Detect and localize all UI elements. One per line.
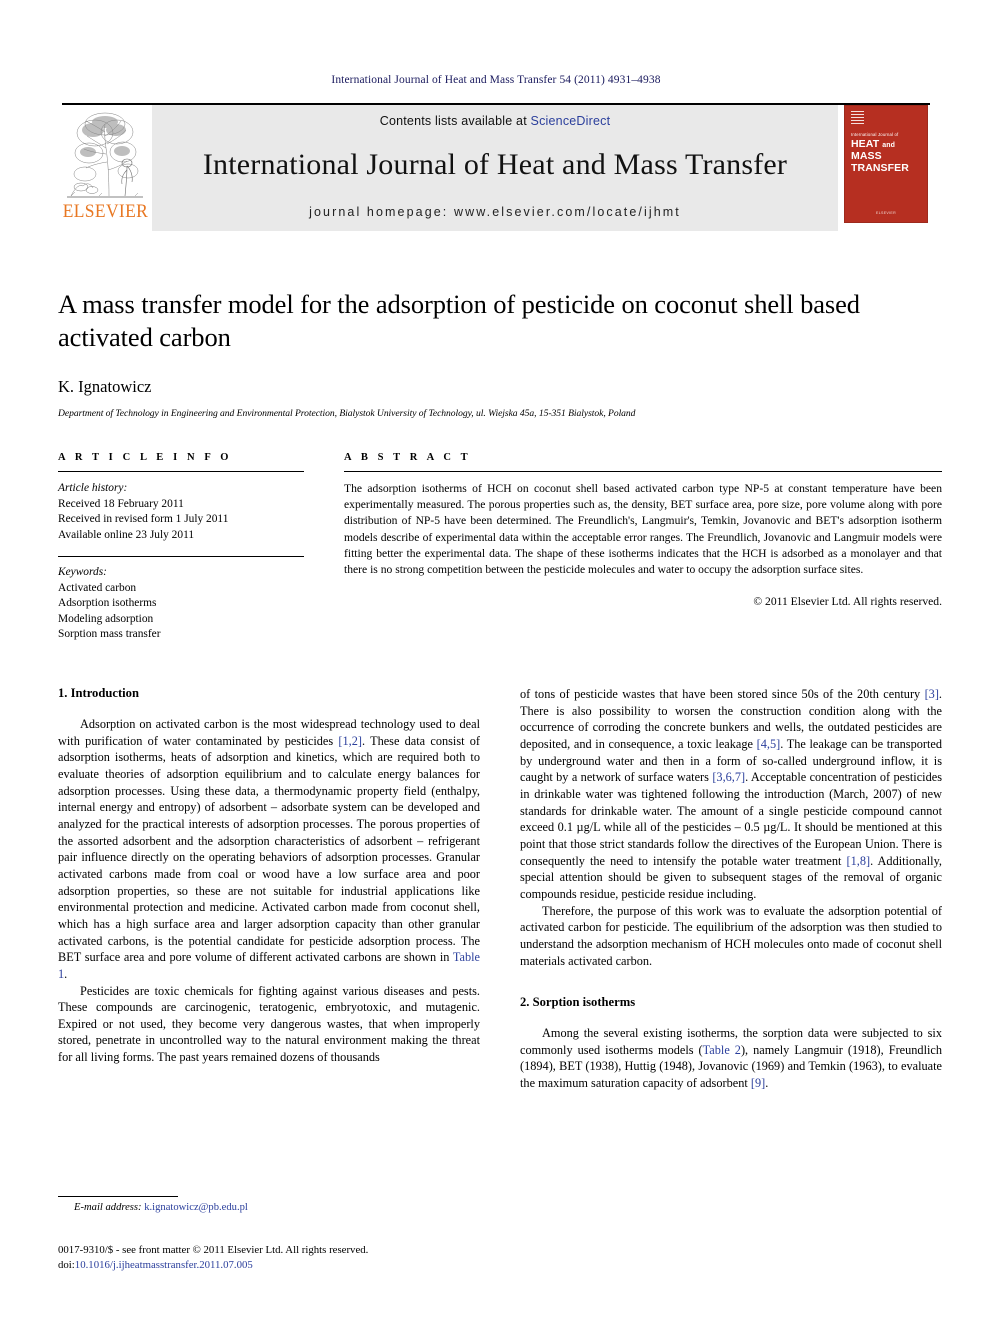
intro-paragraph-2: Pesticides are toxic chemicals for fight… — [58, 983, 480, 1065]
abstract-column: A B S T R A C T The adsorption isotherms… — [344, 452, 942, 643]
citation-ref-3-6-7[interactable]: [3,6,7] — [712, 770, 745, 784]
page-footer: 0017-9310/$ - see front matter © 2011 El… — [58, 1243, 618, 1273]
page-title: A mass transfer model for the adsorption… — [58, 289, 860, 353]
doi-link[interactable]: 10.1016/j.ijheatmasstransfer.2011.07.005 — [75, 1259, 253, 1271]
citation-ref-1-2[interactable]: [1,2] — [338, 734, 362, 748]
article-history-received: Received 18 February 2011 — [58, 497, 184, 510]
body-column-right: of tons of pesticide wastes that have be… — [520, 686, 942, 1092]
abstract-rule — [344, 471, 942, 472]
title-block: A mass transfer model for the adsorption… — [58, 288, 938, 419]
author-name: K. Ignatowicz — [58, 376, 152, 396]
cover-title: HEAT and MASS TRANSFER — [851, 138, 927, 174]
footer-doi: doi:10.1016/j.ijheatmasstransfer.2011.07… — [58, 1258, 618, 1273]
article-info-column: A R T I C L E I N F O Article history: R… — [58, 452, 304, 643]
section-heading-sorption-isotherms: 2. Sorption isotherms — [520, 995, 636, 1010]
article-info-rule — [58, 471, 304, 472]
author-affiliation: Department of Technology in Engineering … — [58, 407, 636, 419]
journal-homepage-link[interactable]: journal homepage: www.elsevier.com/locat… — [309, 205, 681, 219]
cover-title-mass: MASS — [851, 149, 882, 162]
keyword-item: Adsorption isotherms — [58, 597, 157, 609]
keywords-rule — [58, 556, 304, 557]
journal-band: Contents lists available at ScienceDirec… — [152, 105, 838, 231]
journal-article-page: International Journal of Heat and Mass T… — [0, 0, 992, 1323]
cover-title-transfer: TRANSFER — [851, 161, 909, 174]
email-label: E-mail address: — [74, 1202, 142, 1213]
abstract-heading: A B S T R A C T — [344, 452, 472, 463]
doi-label: doi: — [58, 1258, 75, 1271]
cover-title-and: and — [882, 142, 895, 149]
body-column-left: 1. Introduction Adsorption on activated … — [58, 686, 480, 1092]
article-history-online: Available online 23 July 2011 — [58, 528, 195, 541]
table-2-link[interactable]: Table 2 — [703, 1043, 741, 1057]
elsevier-logo: ELSEVIER — [62, 105, 148, 231]
contents-available-line: Contents lists available at ScienceDirec… — [380, 114, 611, 128]
sorption-paragraph-1: Among the several existing isotherms, th… — [520, 1025, 942, 1092]
footnote-rule — [58, 1196, 178, 1197]
cover-title-heat: HEAT — [851, 138, 880, 150]
journal-title: International Journal of Heat and Mass T… — [202, 148, 788, 181]
section-heading-introduction: 1. Introduction — [58, 686, 139, 700]
intro-paragraph-1: Adsorption on activated carbon is the mo… — [58, 716, 480, 983]
sciencedirect-link[interactable]: ScienceDirect — [531, 114, 611, 128]
citation-ref-3[interactable]: [3] — [925, 687, 939, 701]
right-p1-text-a: of tons of pesticide wastes that have be… — [520, 687, 925, 701]
keywords-label: Keywords: — [58, 566, 107, 578]
footer-front-matter: 0017-9310/$ - see front matter © 2011 El… — [58, 1244, 369, 1256]
right-paragraph-2: Therefore, the purpose of this work was … — [520, 903, 942, 968]
footnote-block: E-mail address: k.ignatowicz@pb.edu.pl — [58, 1196, 480, 1213]
cover-kicker: International Journal of — [851, 132, 899, 137]
keyword-item: Sorption mass transfer — [58, 628, 161, 640]
sorption-p1-text-c: . — [765, 1076, 769, 1091]
body-columns: 1. Introduction Adsorption on activated … — [58, 686, 942, 1092]
abstract-text: The adsorption isotherms of HCH on cocon… — [344, 482, 942, 576]
elsevier-tree-icon — [65, 108, 145, 200]
intro-p1-text-c: . — [64, 966, 68, 981]
journal-masthead: ELSEVIER Contents lists available at Sci… — [62, 103, 930, 233]
citation-ref-9[interactable]: [9] — [751, 1076, 765, 1090]
journal-cover-thumbnail: International Journal of HEAT and MASS T… — [842, 105, 930, 231]
article-history-revised: Received in revised form 1 July 2011 — [58, 513, 229, 525]
cover-publisher: ELSEVIER — [876, 211, 896, 215]
cover-elsevier-mark-icon — [851, 111, 864, 126]
email-link[interactable]: k.ignatowicz@pb.edu.pl — [144, 1202, 248, 1213]
intro-p1-text-b: . These data consist of adsorption isoth… — [58, 733, 480, 965]
right-paragraph-1: of tons of pesticide wastes that have be… — [520, 686, 942, 903]
email-footnote: E-mail address: k.ignatowicz@pb.edu.pl — [58, 1202, 480, 1213]
contents-prefix: Contents lists available at — [379, 114, 531, 128]
article-history-label: Article history: — [58, 482, 128, 494]
citation-ref-1-8[interactable]: [1,8] — [847, 854, 871, 868]
running-head: International Journal of Heat and Mass T… — [331, 74, 661, 86]
cover-art: International Journal of HEAT and MASS T… — [844, 105, 928, 223]
citation-ref-4-5[interactable]: [4,5] — [757, 737, 781, 751]
abstract-copyright: © 2011 Elsevier Ltd. All rights reserved… — [753, 595, 942, 609]
article-info-heading: A R T I C L E I N F O — [58, 452, 233, 463]
info-abstract-row: A R T I C L E I N F O Article history: R… — [58, 452, 942, 643]
elsevier-wordmark: ELSEVIER — [62, 201, 148, 222]
keyword-item: Activated carbon — [58, 581, 137, 594]
keyword-item: Modeling adsorption — [58, 612, 154, 625]
